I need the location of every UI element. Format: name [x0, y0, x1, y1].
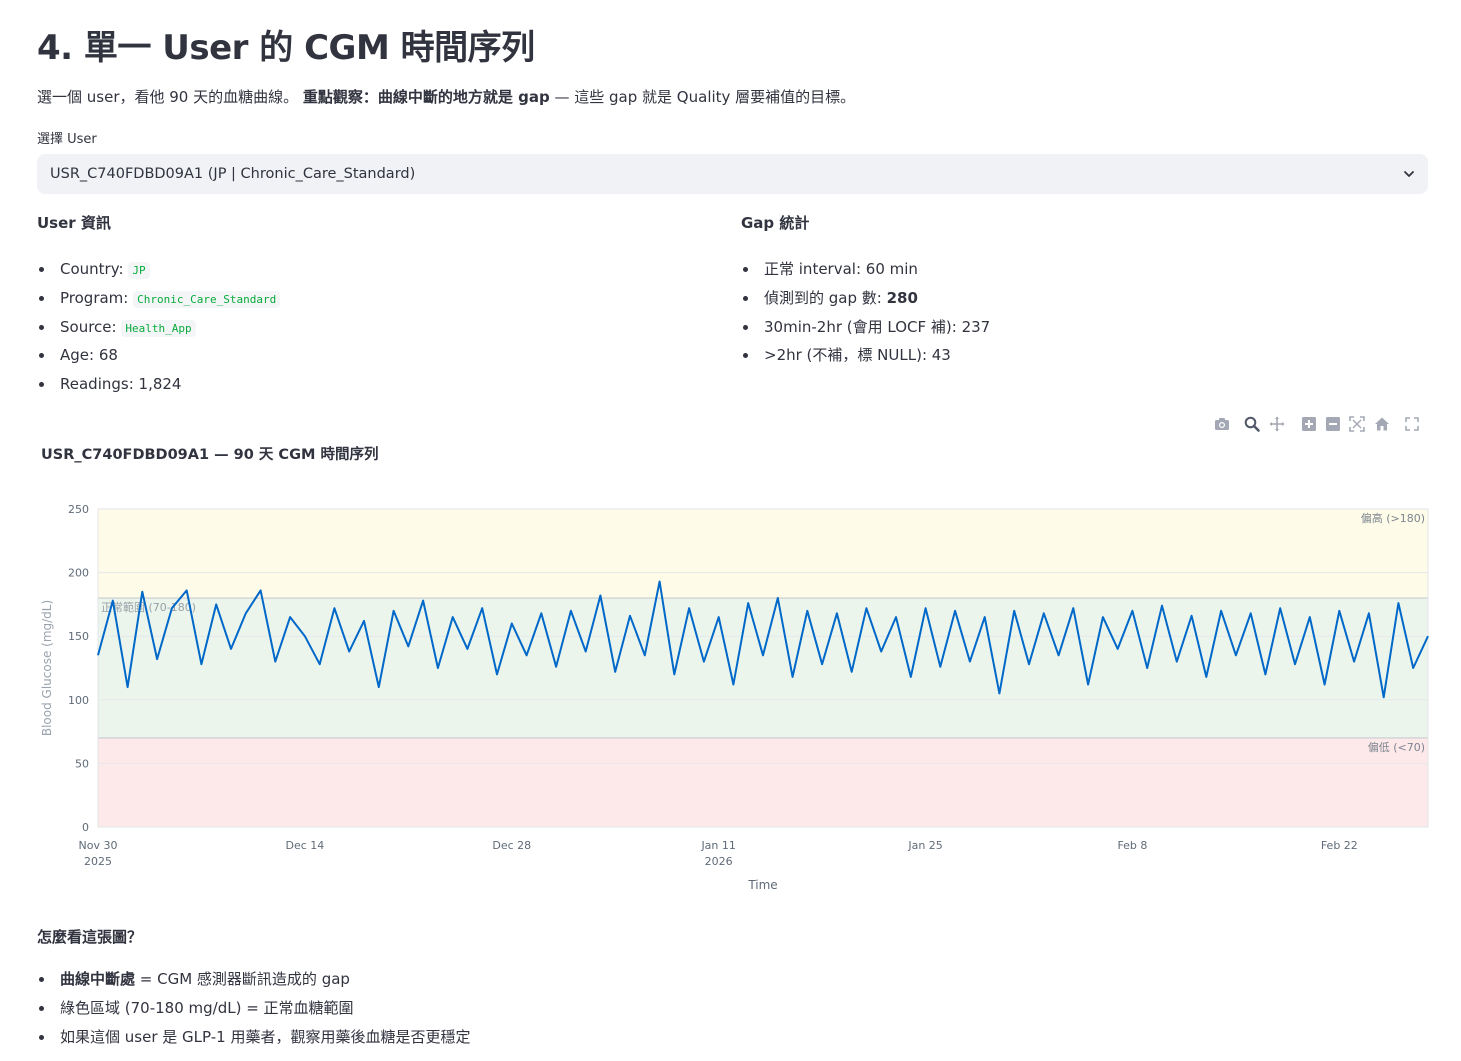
y-tick-150: 150: [68, 630, 89, 643]
zoom-in-icon[interactable]: [1301, 416, 1317, 432]
howto-list: 曲線中斷處 = CGM 感測器斷訊造成的 gap 綠色區域 (70-180 mg…: [37, 965, 1428, 1052]
list-item: Age: 68: [39, 341, 687, 370]
x-tick-6: Feb 22: [1321, 839, 1358, 852]
intro-after: — 這些 gap 就是 Quality 層要補值的目標。: [549, 88, 856, 106]
gap-stats-heading: Gap 統計: [741, 214, 810, 232]
y-tick-labels: 0 50 100 150 200 250: [68, 503, 89, 834]
autoscale-icon[interactable]: [1349, 416, 1365, 432]
list-item: Program: Chronic_Care_Standard: [39, 284, 687, 313]
y-tick-0: 0: [82, 821, 89, 834]
howto-item1-bold: 曲線中斷處: [60, 970, 136, 988]
country-value: JP: [128, 262, 150, 279]
list-item: 如果這個 user 是 GLP-1 用藥者，觀察用藥後血糖是否更穩定: [39, 1023, 1428, 1052]
band-1: [98, 598, 1428, 738]
x-tick-2: Dec 28: [492, 839, 531, 852]
x-tick-5: Feb 8: [1117, 839, 1147, 852]
chevron-down-icon: [1404, 171, 1414, 177]
y-tick-200: 200: [68, 567, 89, 580]
user-select[interactable]: USR_C740FDBD09A1 (JP | Chronic_Care_Stan…: [37, 154, 1428, 194]
y-axis-label: Blood Glucose (mg/dL): [40, 600, 54, 736]
user-info-list: Country: JP Program: Chronic_Care_Standa…: [37, 255, 687, 399]
user-select-label: 選擇 User: [37, 132, 97, 147]
list-item: 正常 interval: 60 min: [743, 255, 1391, 284]
source-label: Source:: [60, 317, 122, 336]
user-select-value: USR_C740FDBD09A1 (JP | Chronic_Care_Stan…: [50, 166, 416, 182]
howto-heading: 怎麼看這張圖？: [37, 928, 143, 946]
page-title: 4. 單一 User 的 CGM 時間序列: [37, 28, 535, 68]
intro-text: 選一個 user，看他 90 天的血糖曲線。 重點觀察：曲線中斷的地方就是 ga…: [37, 86, 855, 107]
list-item: 曲線中斷處 = CGM 感測器斷訊造成的 gap: [39, 965, 1428, 994]
list-item: Readings: 1,824: [39, 370, 687, 399]
x-tick-year-0: 2025: [84, 855, 112, 868]
gap-count-value: 280: [886, 288, 918, 307]
country-label: Country:: [60, 260, 129, 278]
list-item: 偵測到的 gap 數: 280: [743, 284, 1391, 313]
list-item: >2hr (不補，標 NULL): 43: [743, 341, 1391, 370]
band-0: [98, 509, 1428, 599]
x-tick-1: Dec 14: [285, 839, 324, 852]
program-value: Chronic_Care_Standard: [133, 290, 281, 308]
x-tick-year-3: 2026: [705, 855, 733, 868]
zoom-out-icon[interactable]: [1325, 416, 1341, 432]
chart-title: USR_C740FDBD09A1 — 90 天 CGM 時間序列: [41, 447, 379, 463]
list-item: Country: JP: [39, 255, 687, 284]
source-value: Health_App: [121, 319, 196, 337]
y-tick-50: 50: [75, 757, 89, 770]
user-info-section: User 資訊 Country: JP Program: Chronic_Car…: [37, 212, 687, 399]
list-item: 30min-2hr (會用 LOCF 補): 237: [743, 313, 1391, 342]
user-info-heading: User 資訊: [37, 214, 111, 232]
x-tick-3: Jan 11: [700, 839, 735, 852]
band-2: [98, 737, 1428, 827]
pan-icon[interactable]: [1269, 416, 1285, 432]
list-item: Source: Health_App: [39, 313, 687, 342]
cgm-line-chart[interactable]: 偏高 (>180)正常範圍 (70-180)偏低 (<70) 050100150…: [0, 490, 1461, 900]
fullscreen-icon[interactable]: [1404, 416, 1420, 432]
gap-stats-list: 正常 interval: 60 min 偵測到的 gap 數: 280 30mi…: [741, 255, 1391, 370]
x-tick-0: Nov 30: [79, 839, 118, 852]
x-axis-label: Time: [747, 878, 777, 892]
range-bands: [98, 509, 1428, 827]
camera-icon[interactable]: [1214, 416, 1230, 432]
band-label-high: 偏高 (>180): [1361, 511, 1425, 525]
intro-bold: 重點觀察：曲線中斷的地方就是 gap: [302, 88, 550, 106]
gap-count-label: 偵測到的 gap 數:: [764, 288, 887, 307]
x-tick-labels: Nov 30 2025 Dec 14 Dec 28 Jan 11 2026 Jan 25 Fe…: [79, 839, 1358, 868]
howto-section: 怎麼看這張圖？ 曲線中斷處 = CGM 感測器斷訊造成的 gap 綠色區域 (7…: [37, 926, 1428, 1052]
x-tick-4: Jan 25: [907, 839, 942, 852]
y-tick-100: 100: [68, 694, 89, 707]
howto-item1-rest: = CGM 感測器斷訊造成的 gap: [135, 970, 350, 988]
gap-stats-section: Gap 統計 正常 interval: 60 min 偵測到的 gap 數: 2…: [741, 212, 1391, 370]
band-label-low: 偏低 (<70): [1368, 740, 1425, 754]
reset-axes-icon[interactable]: [1374, 416, 1390, 432]
y-tick-250: 250: [68, 503, 89, 516]
program-label: Program:: [60, 288, 134, 307]
list-item: 綠色區域 (70-180 mg/dL) = 正常血糖範圍: [39, 994, 1428, 1023]
zoom-icon[interactable]: [1244, 416, 1260, 432]
intro-before: 選一個 user，看他 90 天的血糖曲線。: [37, 88, 299, 106]
